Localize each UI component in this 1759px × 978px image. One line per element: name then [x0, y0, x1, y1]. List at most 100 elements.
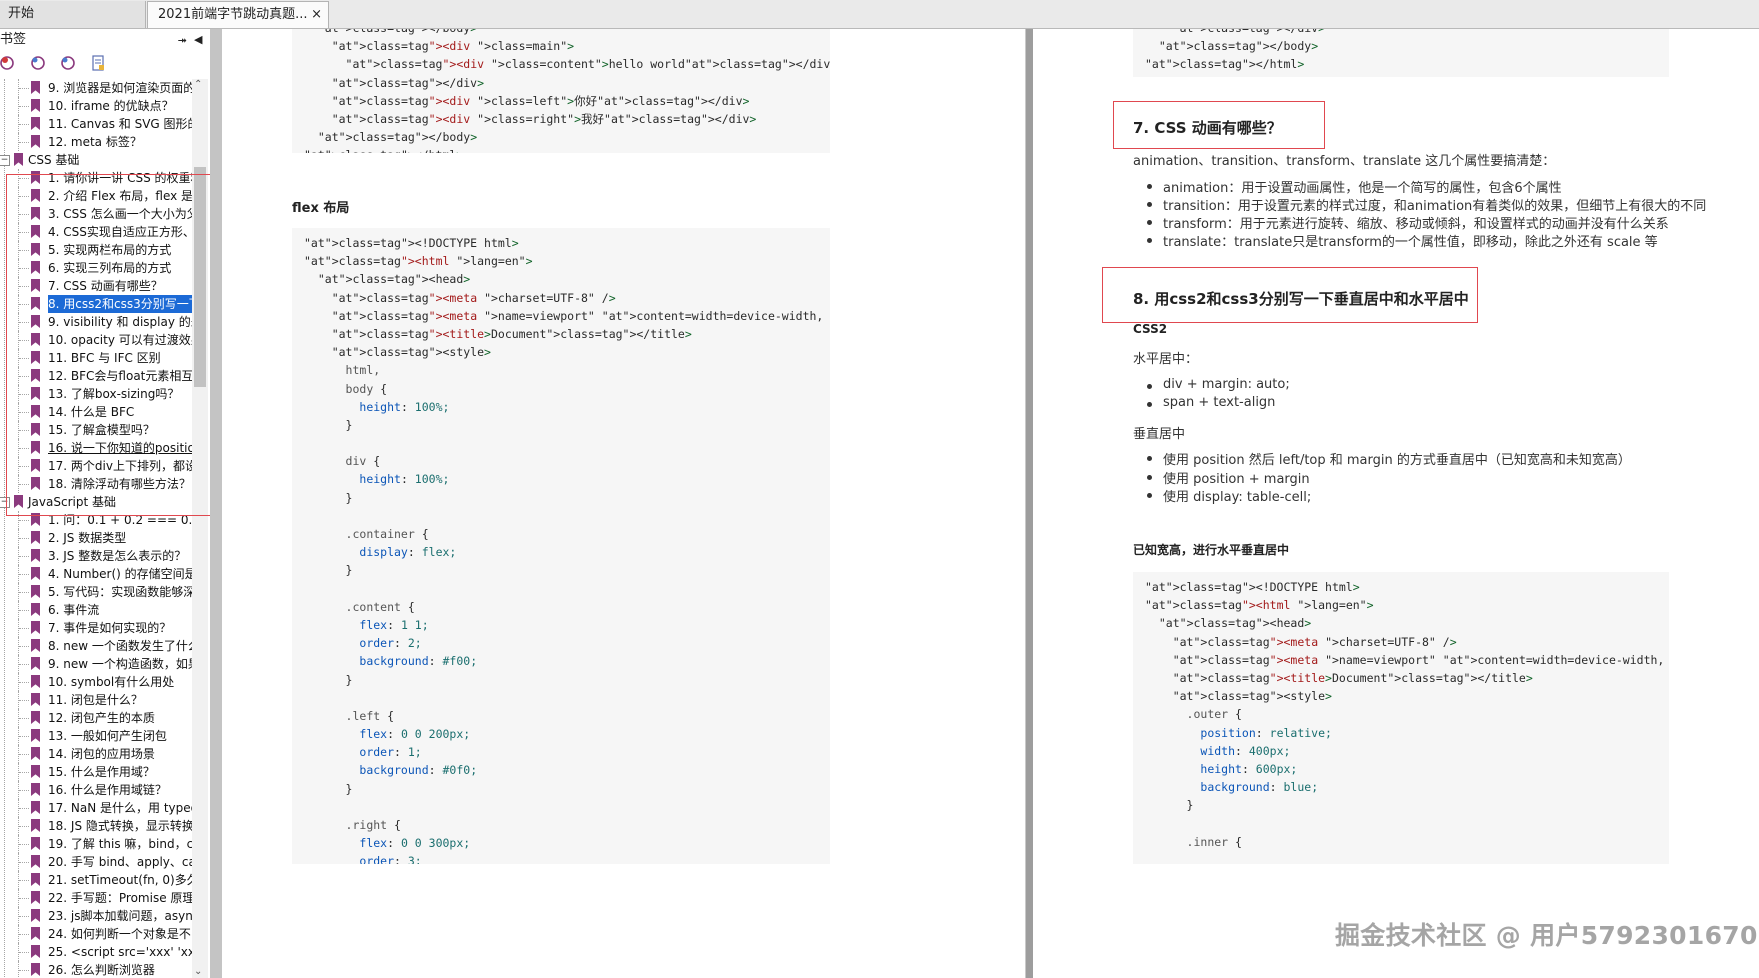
bookmark-icon [31, 657, 40, 670]
tree-item[interactable]: 18. JS 隐式转换，显示转换 [0, 817, 192, 835]
bookmark-delete-icon[interactable] [0, 55, 16, 71]
tree-connector [19, 790, 29, 791]
tree-item[interactable]: 26. 怎么判断浏览器 [0, 961, 192, 978]
tree-item[interactable]: 9. new 一个构造函数，如果 [0, 655, 192, 673]
tree-group[interactable]: − JavaScript 基础 [0, 493, 192, 511]
collapse-panel-icon[interactable]: ⯮ [178, 29, 187, 51]
code-line: "at">class=tag"></html> [304, 146, 818, 153]
tree-item[interactable]: 11. BFC 与 IFC 区别 [0, 349, 192, 367]
tree-item[interactable]: 1. 问：0.1 + 0.2 === 0.3 [0, 511, 192, 529]
tree-item[interactable]: 16. 什么是作用域链？ [0, 781, 192, 799]
tree-item[interactable]: 7. 事件是如何实现的？ [0, 619, 192, 637]
tree-item-label: 14. 闭包的应用场景 [48, 747, 155, 761]
tree-item[interactable]: 10. symbol有什么用处 [0, 673, 192, 691]
sidebar-scrollbar[interactable]: ⌃ ⌄ [192, 79, 208, 978]
paragraph: 水平居中： [1133, 352, 1199, 367]
tree-item[interactable]: 18. 清除浮动有哪些方法？ [0, 475, 192, 493]
scroll-up-icon[interactable]: ⌃ [194, 79, 202, 90]
tree-item[interactable]: 11. 闭包是什么？ [0, 691, 192, 709]
tab-document[interactable]: 2021前端字节跳动真题... × [147, 1, 329, 28]
tree-item[interactable]: 1. 请你讲一讲 CSS 的权重和 [0, 169, 192, 187]
tree-item[interactable]: 25. <script src='xxx' 'xxx'/ [0, 943, 192, 961]
tree-item[interactable]: 14. 闭包的应用场景 [0, 745, 192, 763]
code-line: "at">class=tag"><meta ">name=viewport" "… [1172, 652, 1665, 667]
code-line: "at">class=tag"><style> [331, 345, 491, 360]
tree-item[interactable]: 23. js脚本加载问题，async [0, 907, 192, 925]
tree-item[interactable]: 10. opacity 可以有过渡效果 [0, 331, 192, 349]
tree-item[interactable]: 4. CSS实现自适应正方形、 [0, 223, 192, 241]
tree-item[interactable]: 8. new 一个函数发生了什么 [0, 637, 192, 655]
tree-item[interactable]: 22. 手写题：Promise 原理 [0, 889, 192, 907]
tab-start[interactable]: 开始 [0, 1, 146, 28]
tree-item[interactable]: 13. 了解box-sizing吗？ [0, 385, 192, 403]
tree-item[interactable]: 15. 了解盒模型吗？ [0, 421, 192, 439]
tree-item[interactable]: 24. 如何判断一个对象是不 [0, 925, 192, 943]
collapse-toggle-icon[interactable]: − [0, 155, 10, 166]
code-line: flex: 0 0 300px; [359, 836, 471, 851]
bookmark-icon [31, 747, 40, 760]
tree-item[interactable]: 7. CSS 动画有哪些？ [0, 277, 192, 295]
tree-item[interactable]: 10. iframe 的优缺点？ [0, 97, 192, 115]
close-icon[interactable]: × [311, 2, 322, 28]
tree-item[interactable]: 9. visibility 和 display 的差别 [0, 313, 192, 331]
tree-item[interactable]: 8. 用css2和css3分别写一下 [0, 295, 192, 313]
tree-item[interactable]: 4. Number() 的存储空间是 [0, 565, 192, 583]
tree-item-label: 13. 了解box-sizing吗？ [48, 387, 180, 401]
document-page-left: "at">class=tag"></body> "at">class=tag">… [222, 29, 1026, 978]
tree-item[interactable]: 15. 什么是作用域？ [0, 763, 192, 781]
tree-connector [19, 628, 29, 629]
bookmark-icon [31, 117, 40, 130]
tree-item[interactable]: 17. NaN 是什么，用 typeof [0, 799, 192, 817]
tree-item[interactable]: 13. 一般如何产生闭包 [0, 727, 192, 745]
bookmark-collapse-icon[interactable] [60, 55, 76, 71]
scroll-down-icon[interactable]: ⌄ [194, 966, 202, 977]
paragraph: animation、transition、transform、translate… [1133, 154, 1556, 169]
tree-connector [19, 556, 29, 557]
tree-item[interactable]: 16. 说一下你知道的position [0, 439, 192, 457]
tree-item-label: 3. JS 整数是怎么表示的？ [48, 549, 187, 563]
tree-item[interactable]: 11. Canvas 和 SVG 图形的 [0, 115, 192, 133]
scrollbar-thumb[interactable] [194, 167, 206, 387]
tree-item[interactable]: 12. meta 标签？ [0, 133, 192, 151]
tree-item-label: 1. 问：0.1 + 0.2 === 0.3 [48, 513, 192, 527]
tree-item[interactable]: 3. CSS 怎么画一个大小为父 [0, 205, 192, 223]
tree-group[interactable]: − CSS 基础 [0, 151, 192, 169]
tree-item[interactable]: 19. 了解 this 嘛，bind，ca [0, 835, 192, 853]
code-line: .container { [345, 527, 429, 541]
bookmark-expand-icon[interactable] [30, 55, 46, 71]
bookmark-page-icon[interactable] [90, 55, 106, 71]
tree-item[interactable]: 5. 实现两栏布局的方式 [0, 241, 192, 259]
collapse-toggle-icon[interactable]: − [0, 497, 10, 508]
tree-item[interactable]: 12. BFC会与float元素相互 [0, 367, 192, 385]
tree-item[interactable]: 6. 事件流 [0, 601, 192, 619]
panel-splitter[interactable] [210, 29, 222, 978]
tree-item[interactable]: 20. 手写 bind、apply、call [0, 853, 192, 871]
tree-item-label: 11. 闭包是什么？ [48, 693, 143, 707]
tab-start-label: 开始 [8, 6, 35, 21]
bookmark-icon [31, 945, 40, 958]
bookmark-icon [31, 333, 40, 346]
tree-item[interactable]: 2. JS 数据类型 [0, 529, 192, 547]
tree-item[interactable]: 14. 什么是 BFC [0, 403, 192, 421]
tree-item[interactable]: 5. 写代码：实现函数能够深 [0, 583, 192, 601]
bookmark-icon [31, 927, 40, 940]
tree-item[interactable]: 3. JS 整数是怎么表示的？ [0, 547, 192, 565]
tree-item[interactable]: 21. setTimeout(fn, 0)多久 [0, 871, 192, 889]
tree-item-label: 17. NaN 是什么，用 typeof [48, 801, 192, 815]
tree-item[interactable]: 17. 两个div上下排列，都设 [0, 457, 192, 475]
tree-connector [19, 268, 29, 269]
back-icon[interactable]: ◀ [194, 29, 202, 51]
tree-item-label: 5. 实现两栏布局的方式 [48, 243, 172, 257]
tree-item[interactable]: 12. 闭包产生的本质 [0, 709, 192, 727]
tree-item[interactable]: 6. 实现三列布局的方式 [0, 259, 192, 277]
paragraph: 垂直居中 [1133, 427, 1186, 442]
tree-connector [19, 124, 29, 125]
bookmark-icon [31, 405, 40, 418]
bookmark-icon [31, 801, 40, 814]
code-line: "at">class=tag"><html ">lang=en"> [1145, 598, 1374, 613]
tree-item[interactable]: 9. 浏览器是如何渲染页面的 [0, 79, 192, 97]
tree-item[interactable]: 2. 介绍 Flex 布局，flex 是什 [0, 187, 192, 205]
